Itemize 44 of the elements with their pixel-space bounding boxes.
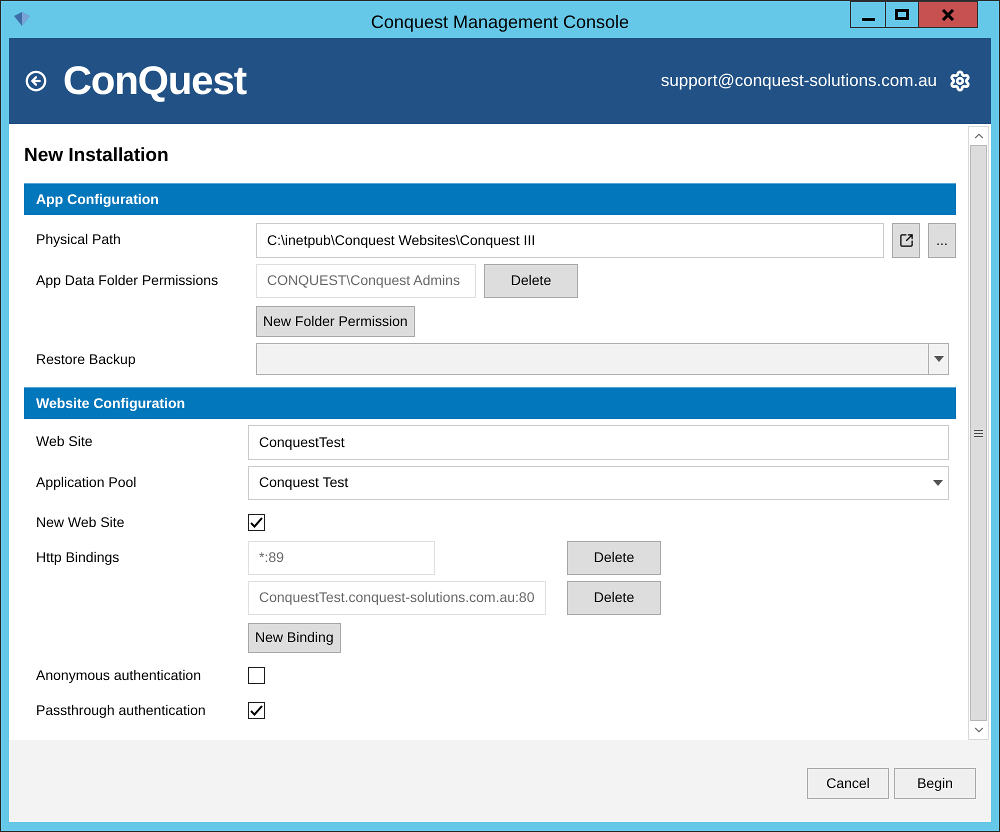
section-header: Website Configuration	[24, 386, 956, 418]
delete-button[interactable]: Delete	[484, 264, 578, 298]
browse-button[interactable]: ...	[928, 222, 956, 258]
web-site-field[interactable]: ConquestTest	[248, 424, 949, 460]
application-pool-dropdown[interactable]: Conquest Test	[248, 466, 949, 500]
close-button[interactable]	[919, 1, 978, 28]
field-label: Passthrough authentication	[36, 700, 207, 720]
field-label: Web Site	[36, 432, 94, 450]
app-logo-icon	[13, 11, 31, 27]
open-folder-button[interactable]	[892, 222, 920, 258]
new-binding-button[interactable]: New Binding	[248, 622, 341, 652]
checkbox[interactable]	[248, 702, 265, 718]
delete-button[interactable]: Delete	[567, 580, 661, 614]
dropdown-arrow-icon	[934, 356, 944, 362]
new-folder-permission-button[interactable]: New Folder Permission	[256, 306, 415, 336]
minimize-button[interactable]	[850, 1, 886, 28]
field-label: Restore Backup	[36, 350, 137, 369]
field-label: App Data Folder Permissions	[36, 270, 220, 290]
field-label: Physical Path	[36, 230, 122, 249]
binding-field[interactable]: *:89	[248, 540, 435, 574]
field-label: Application Pool	[36, 472, 138, 492]
permission-field[interactable]: CONQUEST\Conquest Admins	[256, 264, 476, 298]
support-email[interactable]: support@conquest-solutions.com.au	[660, 68, 937, 94]
settings-icon[interactable]	[949, 70, 971, 92]
delete-button[interactable]: Delete	[567, 540, 661, 574]
section-header: App Configuration	[24, 182, 956, 214]
field-label: Http Bindings	[36, 548, 120, 567]
grip-icon	[974, 430, 983, 436]
checkbox[interactable]	[248, 514, 265, 530]
page-title: New Installation	[24, 144, 170, 168]
back-icon[interactable]	[25, 70, 47, 92]
path-field[interactable]: C:\inetpub\Conquest Websites\Conquest III	[256, 222, 884, 258]
binding-field[interactable]: ConquestTest.conquest-solutions.com.au:80	[248, 580, 546, 614]
dialog-button[interactable]: Cancel	[807, 768, 889, 799]
close-icon	[941, 8, 955, 20]
window-title: Conquest Management Console	[370, 11, 630, 34]
field-label: New Web Site	[36, 512, 126, 532]
external-link-icon	[898, 232, 914, 248]
logo-text: ConQuest	[63, 61, 246, 101]
dialog-button[interactable]: Begin	[894, 768, 976, 799]
checkbox[interactable]	[248, 666, 265, 684]
field-label: Anonymous authentication	[36, 666, 202, 685]
dropdown-arrow-icon	[933, 480, 943, 486]
scrollbar[interactable]	[968, 126, 989, 740]
